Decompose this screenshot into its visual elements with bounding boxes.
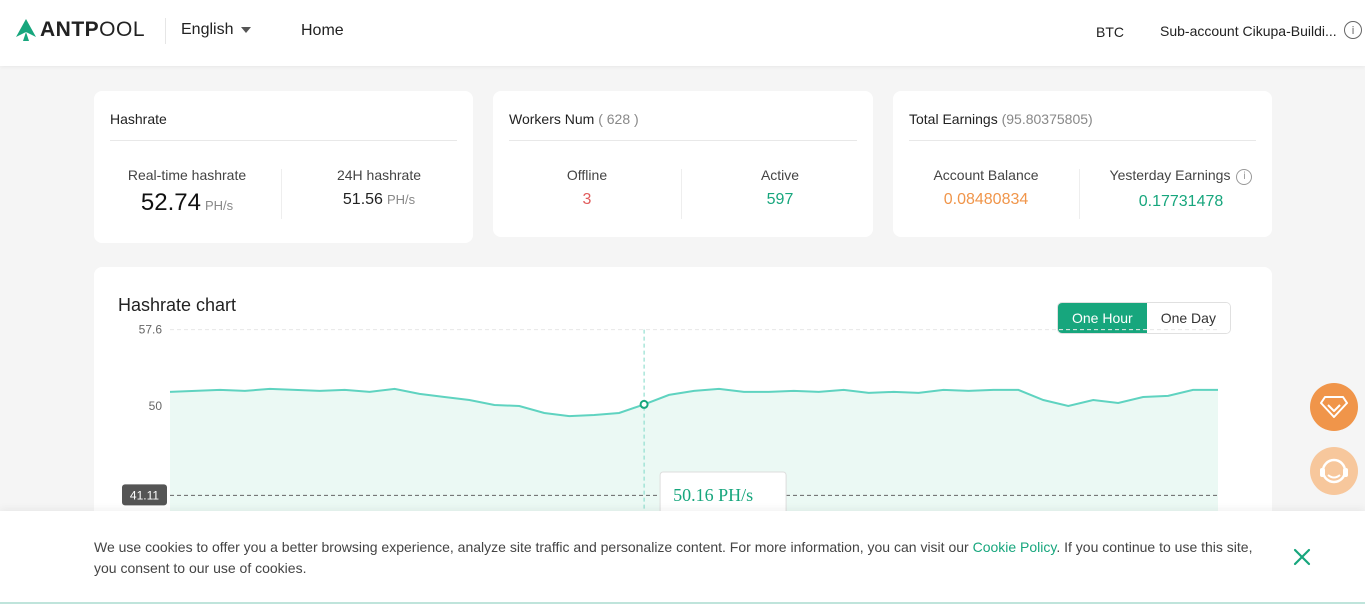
column-divider (281, 169, 282, 219)
hashrate-card-title: Hashrate (110, 111, 167, 127)
offline-label: Offline (566, 167, 608, 183)
support-button[interactable] (1310, 447, 1358, 495)
average-label: 41.11 (130, 488, 159, 502)
realtime-hashrate-value: 52.74 (140, 189, 201, 216)
offline-value: 3 (582, 191, 592, 208)
24h-hashrate: 24H hashrate 51.56 PH/s (314, 167, 444, 209)
info-icon[interactable]: i (1344, 21, 1362, 39)
realtime-hashrate-unit: PH/s (204, 198, 234, 213)
total-earnings-value: (95.80375805) (1001, 111, 1093, 127)
vip-button[interactable] (1310, 383, 1358, 431)
y-tick-label: 57.6 (139, 323, 163, 337)
antpool-logo-icon (16, 19, 36, 41)
divider (909, 140, 1256, 141)
earnings-card-title: Total Earnings (95.80375805) (909, 111, 1093, 127)
header-divider (165, 18, 166, 44)
account-balance-value: 0.08480834 (943, 191, 1029, 208)
24h-hashrate-value: 51.56 (342, 191, 383, 208)
account-balance-label: Account Balance (933, 167, 1039, 183)
antpool-logo[interactable]: ANTPOOL (16, 18, 145, 42)
divider (509, 140, 857, 141)
diamond-icon (1320, 396, 1348, 418)
cookie-policy-link[interactable]: Cookie Policy (973, 539, 1057, 555)
active-workers[interactable]: Active 597 (730, 167, 830, 209)
realtime-hashrate-label: Real-time hashrate (127, 167, 247, 183)
tooltip-value: 50.16 PH/s (673, 485, 753, 505)
hashrate-card: Hashrate Real-time hashrate 52.74 PH/s 24… (94, 91, 473, 243)
account-balance: Account Balance 0.08480834 (921, 167, 1051, 209)
nav-home-link[interactable]: Home (301, 22, 344, 40)
language-label: English (181, 21, 234, 38)
24h-hashrate-unit: PH/s (386, 192, 416, 207)
workers-card: Workers Num ( 628 ) Offline 3 Active 597 (493, 91, 873, 237)
caret-down-icon (241, 27, 252, 33)
subaccount-selector[interactable]: Sub-account Cikupa-Buildi... (1160, 23, 1337, 39)
hover-point (639, 399, 649, 409)
offline-workers[interactable]: Offline 3 (537, 167, 637, 209)
top-header: ANTPOOL English Home BTC Sub-account Cik… (0, 0, 1365, 66)
logo-text: ANTPOOL (40, 18, 146, 41)
language-selector[interactable]: English (181, 21, 252, 39)
yesterday-earnings-value: 0.17731478 (1138, 192, 1224, 210)
earnings-card: Total Earnings (95.80375805) Account Bal… (893, 91, 1272, 237)
yesterday-earnings: Yesterday Earnings i 0.17731478 (1101, 167, 1261, 211)
workers-card-title: Workers Num ( 628 ) (509, 111, 639, 127)
divider (110, 140, 457, 141)
info-icon[interactable]: i (1236, 168, 1253, 185)
realtime-hashrate: Real-time hashrate 52.74 PH/s (114, 167, 260, 217)
cookie-banner: We use cookies to offer you a better bro… (0, 511, 1365, 604)
workers-total: ( 628 ) (598, 111, 639, 127)
column-divider (681, 169, 682, 219)
support-icon (1320, 458, 1348, 484)
active-label: Active (760, 167, 800, 183)
24h-hashrate-label: 24H hashrate (336, 167, 422, 183)
cookie-text: We use cookies to offer you a better bro… (94, 539, 1253, 576)
close-icon[interactable] (1290, 545, 1314, 569)
y-tick-label: 50 (149, 399, 163, 413)
active-value: 597 (766, 191, 794, 208)
yesterday-earnings-label: Yesterday Earnings (1109, 167, 1231, 183)
column-divider (1079, 169, 1080, 219)
coin-selector[interactable]: BTC (1096, 24, 1124, 40)
